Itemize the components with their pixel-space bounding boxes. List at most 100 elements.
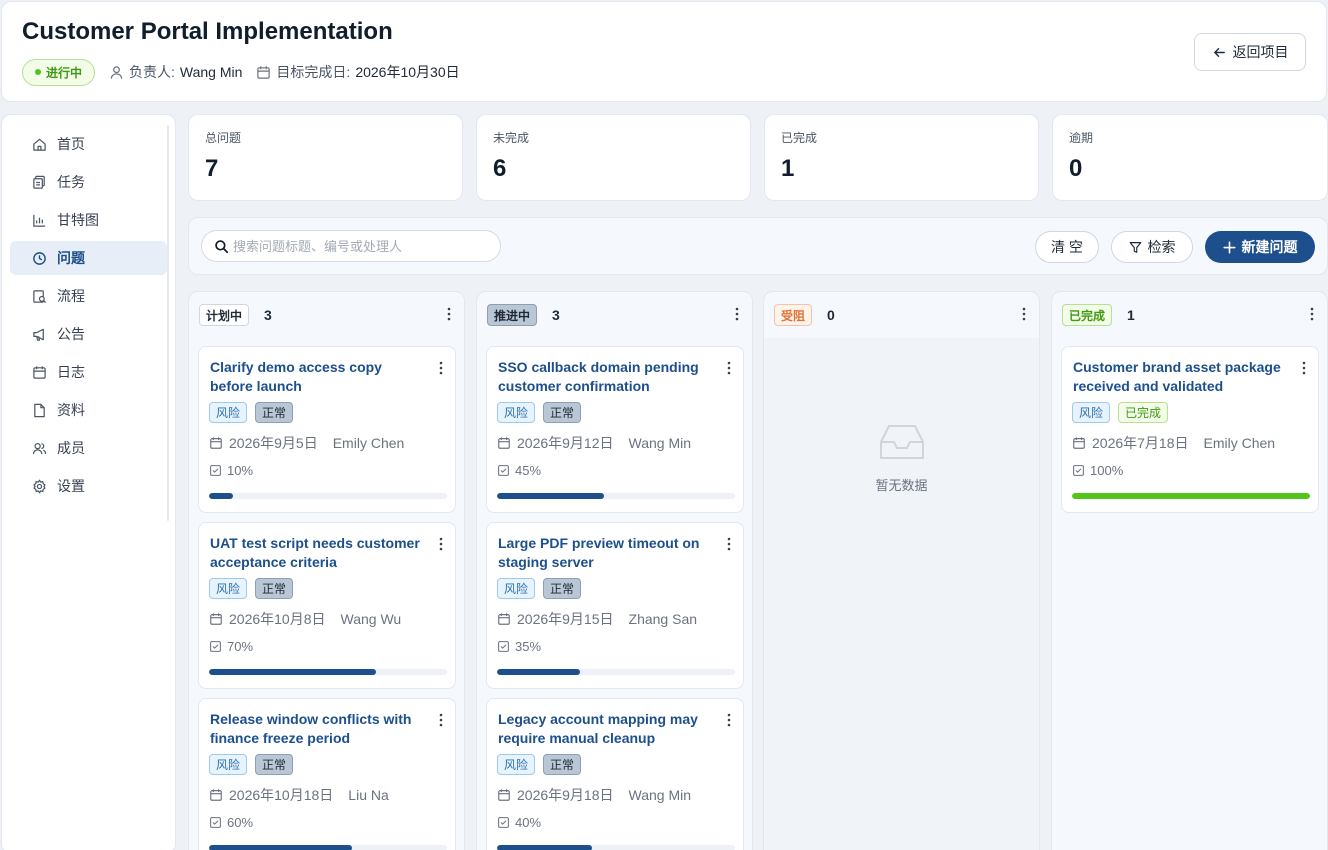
sidebar-item-label: 日志 xyxy=(57,364,85,380)
owner-label: 负责人: xyxy=(129,64,175,80)
owner-info: 负责人: Wang Min xyxy=(109,62,242,82)
clear-button[interactable]: 清 空 xyxy=(1035,231,1099,263)
progress-fill xyxy=(497,669,581,675)
issue-column: 已完成 1 Customer brand asset package receive… xyxy=(1051,291,1328,850)
issue-tags: 风险 已完成 xyxy=(1072,402,1169,423)
filter-button[interactable]: 检索 xyxy=(1111,231,1193,263)
issue-title[interactable]: Legacy account mapping may require manua… xyxy=(498,710,708,747)
due-row: 2026年7月18日 Emily Chen xyxy=(1072,433,1275,453)
more-options-icon[interactable] xyxy=(726,360,732,376)
sidebar-item[interactable]: 任务 xyxy=(10,165,167,199)
sidebar-item[interactable]: 首页 xyxy=(10,127,167,161)
progress-bar xyxy=(497,669,735,675)
project-header: Customer Portal Implementation 进行中 负责人: … xyxy=(1,1,1327,102)
stat-card: 逾期 0 xyxy=(1052,114,1328,201)
progress-row: 70% xyxy=(209,639,253,654)
issue-card[interactable]: SSO callback domain pending customer con… xyxy=(486,346,744,513)
sidebar-item[interactable]: 日志 xyxy=(10,355,167,389)
more-options-icon[interactable] xyxy=(438,536,444,552)
checkbox-icon xyxy=(209,816,222,829)
more-options-icon[interactable] xyxy=(1301,360,1307,376)
empty-state: 暂无数据 xyxy=(764,338,1039,850)
sidebar-item[interactable]: 资料 xyxy=(10,393,167,427)
issue-card[interactable]: Release window conflicts with finance fr… xyxy=(198,698,456,850)
issue-card[interactable]: UAT test script needs customer acceptanc… xyxy=(198,522,456,689)
sidebar-scrollbar[interactable] xyxy=(167,125,169,521)
due-date: 2026年10月18日 xyxy=(229,787,334,803)
gantt-icon xyxy=(32,213,47,228)
sidebar: 首页任务甘特图问题流程公告日志资料成员设置 xyxy=(1,114,176,850)
sidebar-item[interactable]: 甘特图 xyxy=(10,203,167,237)
issue-tags: 风险 正常 xyxy=(209,402,294,423)
progress-percent: 45% xyxy=(515,463,542,478)
calendar-icon xyxy=(256,65,271,80)
more-options-icon[interactable] xyxy=(1309,306,1315,322)
issue-title[interactable]: Release window conflicts with finance fr… xyxy=(210,710,420,747)
more-options-icon[interactable] xyxy=(438,360,444,376)
issue-card[interactable]: Legacy account mapping may require manua… xyxy=(486,698,744,850)
issue-card[interactable]: Large PDF preview timeout on staging ser… xyxy=(486,522,744,689)
issue-title[interactable]: UAT test script needs customer acceptanc… xyxy=(210,534,420,571)
issue-card[interactable]: Clarify demo access copy before launch 风险… xyxy=(198,346,456,513)
issue-column: 受阻 0 暂无数据 xyxy=(763,291,1040,850)
more-options-icon[interactable] xyxy=(726,536,732,552)
assignee-name: Emily Chen xyxy=(332,435,405,451)
state-tag: 已完成 xyxy=(1118,402,1169,423)
sidebar-item[interactable]: 流程 xyxy=(10,279,167,313)
calendar-icon xyxy=(1072,436,1086,450)
workflow-icon xyxy=(32,289,47,304)
column-status-tag: 受阻 xyxy=(774,304,813,326)
status-dot xyxy=(35,69,41,75)
progress-row: 100% xyxy=(1072,463,1123,478)
progress-bar xyxy=(209,845,447,850)
issue-toolbar: 清 空 检索 新建问题 xyxy=(188,217,1328,275)
arrow-left-icon xyxy=(1212,45,1227,60)
more-options-icon[interactable] xyxy=(726,712,732,728)
assignee-name: Wang Min xyxy=(628,435,692,451)
more-options-icon[interactable] xyxy=(438,712,444,728)
sidebar-item[interactable]: 问题 xyxy=(10,241,167,275)
due-date: 2026年10月30日 xyxy=(355,64,460,80)
empty-state-content: 暂无数据 xyxy=(764,422,1039,494)
due-label: 目标完成日: xyxy=(276,64,351,80)
more-options-icon[interactable] xyxy=(1021,306,1027,322)
progress-bar xyxy=(1072,493,1310,499)
progress-fill xyxy=(209,845,352,850)
progress-fill xyxy=(497,493,605,499)
more-options-icon[interactable] xyxy=(734,306,740,322)
checkbox-icon xyxy=(209,640,222,653)
more-options-icon[interactable] xyxy=(446,306,452,322)
issue-title[interactable]: Clarify demo access copy before launch xyxy=(210,358,420,395)
stat-value: 7 xyxy=(205,155,219,182)
sidebar-item[interactable]: 成员 xyxy=(10,431,167,465)
state-tag: 正常 xyxy=(255,402,294,423)
issue-card[interactable]: Customer brand asset package received an… xyxy=(1061,346,1319,513)
stat-value: 0 xyxy=(1069,155,1083,182)
risk-tag: 风险 xyxy=(497,754,536,775)
stat-label: 逾期 xyxy=(1069,131,1094,145)
sidebar-item-label: 甘特图 xyxy=(57,212,99,228)
create-issue-button[interactable]: 新建问题 xyxy=(1205,231,1315,263)
progress-bar xyxy=(209,493,447,499)
search-input[interactable] xyxy=(233,238,493,254)
owner-name: Wang Min xyxy=(179,64,243,80)
progress-percent: 40% xyxy=(515,815,542,830)
due-row: 2026年9月5日 Emily Chen xyxy=(209,433,404,453)
stat-card: 总问题 7 xyxy=(188,114,463,201)
sidebar-item-label: 问题 xyxy=(57,250,85,266)
sidebar-item[interactable]: 公告 xyxy=(10,317,167,351)
state-tag: 正常 xyxy=(543,402,582,423)
column-count: 3 xyxy=(264,307,272,323)
progress-bar xyxy=(497,845,735,850)
column-header: 受阻 0 xyxy=(764,292,1039,338)
issue-title[interactable]: Large PDF preview timeout on staging ser… xyxy=(498,534,708,571)
calendar-icon xyxy=(497,788,511,802)
status-label: 进行中 xyxy=(46,65,83,80)
issue-title[interactable]: SSO callback domain pending customer con… xyxy=(498,358,708,395)
issue-title[interactable]: Customer brand asset package received an… xyxy=(1073,358,1283,395)
sidebar-item[interactable]: 设置 xyxy=(10,469,167,503)
back-to-project-button[interactable]: 返回项目 xyxy=(1194,33,1306,71)
search-box[interactable] xyxy=(201,230,501,262)
due-row: 2026年9月15日 Zhang San xyxy=(497,609,697,629)
status-badge: 进行中 xyxy=(22,58,96,86)
